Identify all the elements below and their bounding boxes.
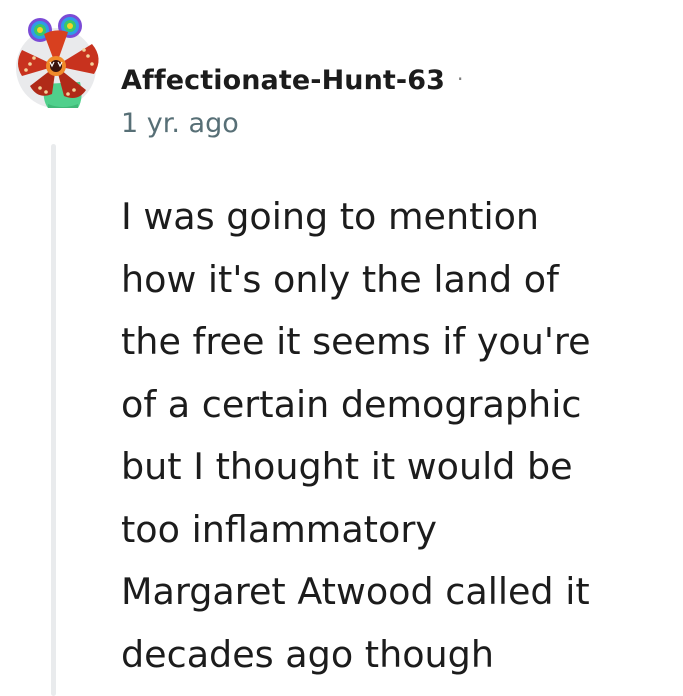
comment-body: I was going to mention how it's only the… — [121, 186, 666, 686]
meta-separator: · — [457, 67, 464, 91]
comment-body-line: I was going to mention — [121, 195, 540, 238]
comment-timestamp[interactable]: 1 yr. ago — [121, 108, 661, 139]
comment-body-line: of a certain demographic — [121, 382, 582, 426]
comment-card: Affectionate-Hunt-63 · 1 yr. ago I was g… — [0, 0, 683, 696]
thread-collapse-line[interactable] — [51, 144, 56, 696]
author-row: Affectionate-Hunt-63 · — [121, 58, 661, 102]
comment-body-line: too inflammatory — [121, 507, 437, 551]
comment-body-line: how it's only the land of — [121, 257, 559, 301]
comment-body-line: decades ago though — [121, 632, 494, 676]
demogorgon-snoo-avatar-icon — [16, 14, 99, 108]
comment-body-line: Margaret Atwood called it — [121, 570, 590, 613]
comment-body-line: the free it seems if you're — [121, 320, 591, 363]
user-avatar[interactable] — [8, 4, 108, 110]
author-username-link[interactable]: Affectionate-Hunt-63 — [121, 65, 445, 96]
comment-body-line: but I thought it would be — [121, 445, 573, 488]
comment-meta: Affectionate-Hunt-63 · 1 yr. ago — [121, 58, 661, 140]
